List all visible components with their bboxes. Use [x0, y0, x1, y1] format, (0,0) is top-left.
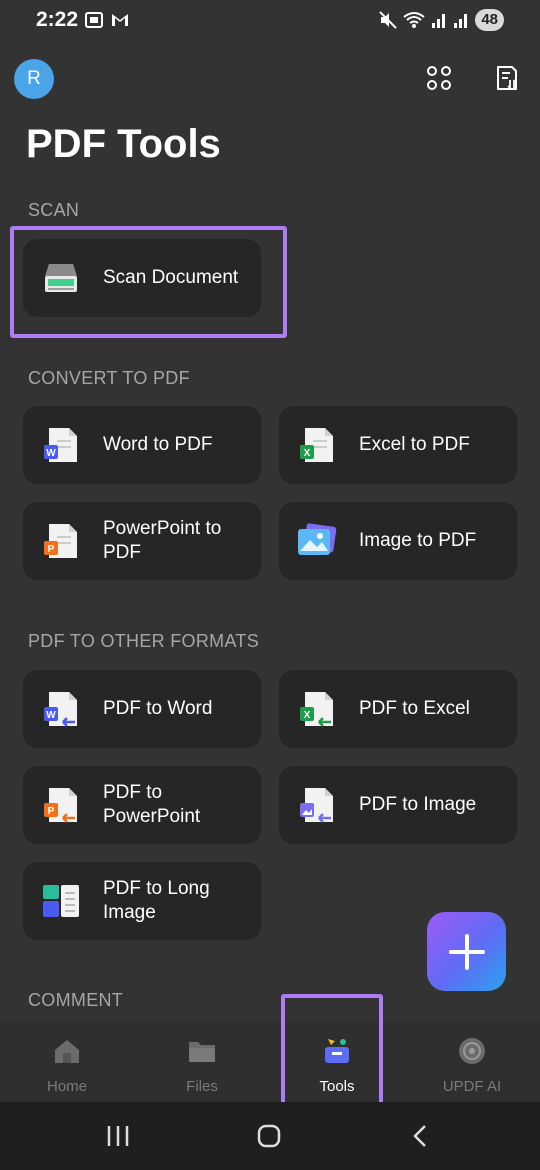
gmail-icon — [112, 14, 128, 26]
section-label-convert-to-pdf: CONVERT TO PDF — [28, 368, 190, 388]
top-bar: R — [0, 56, 540, 106]
nav-home[interactable]: Home — [12, 1022, 122, 1102]
pdf-to-excel-button[interactable]: X PDF to Excel — [279, 670, 517, 748]
svg-text:W: W — [46, 710, 56, 721]
section-label-comment: COMMENT — [28, 990, 124, 1010]
file-sort-icon[interactable] — [494, 64, 522, 92]
tool-label: PDF to Word — [103, 698, 213, 719]
svg-text:X: X — [304, 448, 311, 459]
nav-files[interactable]: Files — [147, 1022, 257, 1102]
excel-to-pdf-button[interactable]: X Excel to PDF — [279, 406, 517, 484]
tool-label: PDF to PowerPoint — [103, 782, 201, 827]
nav-updf-ai[interactable]: UPDF AI — [417, 1022, 527, 1102]
folder-icon — [189, 1042, 215, 1062]
svg-text:X: X — [304, 710, 311, 721]
pdf-to-excel-icon: X — [297, 689, 337, 729]
status-notification-icons — [84, 10, 130, 30]
section-label-pdf-to-other-formats: PDF TO OTHER FORMATS — [28, 631, 260, 651]
status-time: 2:22 — [36, 8, 79, 31]
section-label-scan: SCAN — [28, 200, 80, 220]
pdf-to-long-image-icon — [41, 881, 81, 921]
word-file-icon: W — [41, 425, 81, 465]
image-file-icon — [295, 521, 339, 561]
svg-text:W: W — [46, 448, 56, 459]
highlight-box-scan — [10, 226, 287, 338]
highlight-box-tools — [281, 994, 383, 1108]
tool-label: PDF to Long Image — [103, 878, 210, 923]
tool-label: Word to PDF — [103, 434, 213, 455]
pdf-to-word-icon: W — [41, 689, 81, 729]
powerpoint-to-pdf-button[interactable]: P PowerPoint to PDF — [23, 502, 261, 580]
add-button[interactable] — [427, 912, 506, 991]
grid-view-icon[interactable] — [425, 64, 453, 92]
nav-label: UPDF AI — [442, 1078, 502, 1095]
recent-apps-icon[interactable] — [106, 1122, 130, 1150]
nav-label: Home — [46, 1078, 87, 1095]
home-icon — [55, 1040, 79, 1063]
signal-icon — [432, 14, 446, 28]
tool-label: Excel to PDF — [359, 434, 470, 455]
pdf-to-image-icon — [297, 785, 337, 825]
back-icon[interactable] — [410, 1122, 430, 1150]
ai-icon — [459, 1038, 485, 1064]
status-system-icons: 48 — [379, 9, 504, 31]
svg-text:P: P — [48, 544, 55, 555]
pdf-to-image-button[interactable]: PDF to Image — [279, 766, 517, 844]
screenshot-icon — [85, 12, 103, 28]
battery-indicator: 48 — [475, 9, 504, 31]
image-to-pdf-button[interactable]: Image to PDF — [279, 502, 517, 580]
pdf-to-word-button[interactable]: W PDF to Word — [23, 670, 261, 748]
mute-icon — [379, 11, 398, 29]
wifi-icon — [403, 12, 425, 28]
pdf-to-powerpoint-icon: P — [41, 785, 81, 825]
page-title: PDF Tools — [26, 122, 221, 166]
nav-label: Files — [186, 1078, 218, 1095]
pdf-to-powerpoint-button[interactable]: P PDF to PowerPoint — [23, 766, 261, 844]
pdf-to-long-image-button[interactable]: PDF to Long Image — [23, 862, 261, 940]
word-to-pdf-button[interactable]: W Word to PDF — [23, 406, 261, 484]
svg-text:P: P — [48, 806, 55, 817]
excel-file-icon: X — [297, 425, 337, 465]
plus-icon — [448, 933, 485, 970]
bottom-navigation: Home Files Tools UPDF AI — [0, 1022, 540, 1102]
tool-label: PDF to Excel — [359, 698, 470, 719]
avatar[interactable]: R — [14, 59, 54, 99]
status-bar: 2:22 48 — [0, 0, 540, 40]
home-button-icon[interactable] — [256, 1122, 282, 1150]
system-navigation-bar — [0, 1102, 540, 1170]
tool-label: PDF to Image — [359, 794, 477, 815]
tool-label: PowerPoint to PDF — [103, 518, 222, 563]
powerpoint-file-icon: P — [41, 521, 81, 561]
tool-label: Image to PDF — [359, 530, 477, 551]
signal-icon-2 — [454, 14, 468, 28]
